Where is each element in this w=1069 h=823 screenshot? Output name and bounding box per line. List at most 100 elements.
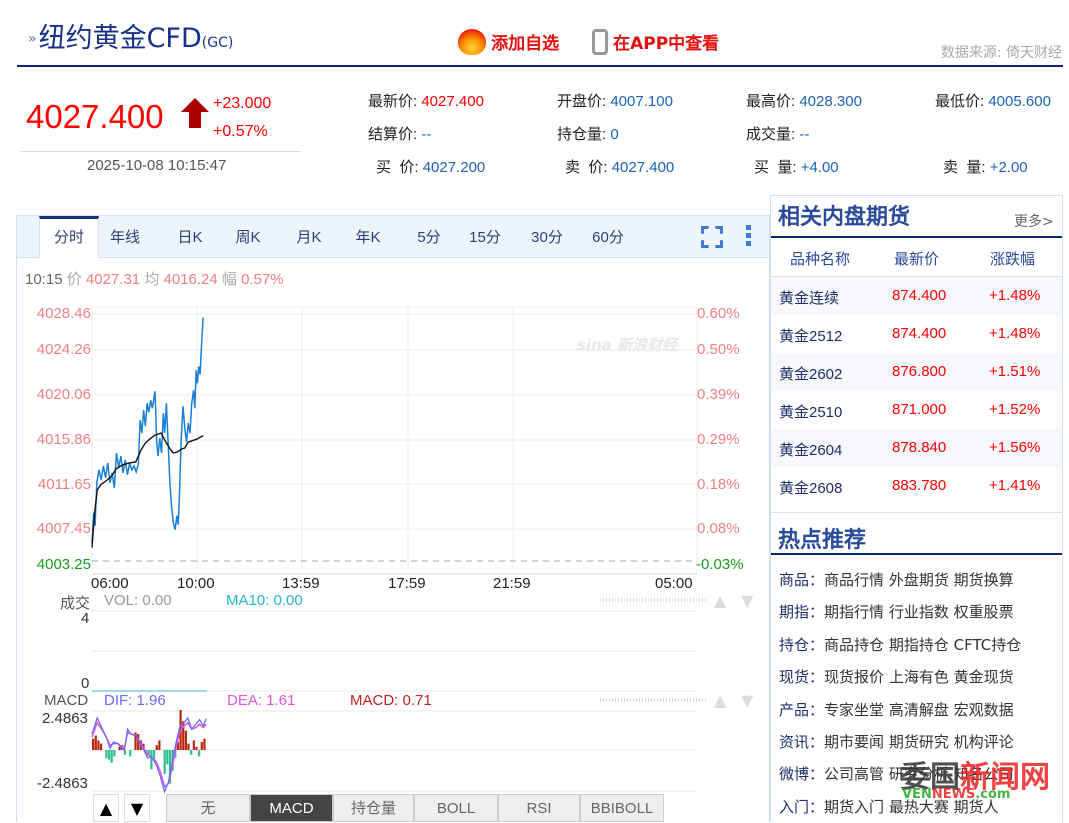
indicator-tab[interactable]: 无 xyxy=(166,794,250,822)
macd-bar xyxy=(164,750,166,774)
divider xyxy=(771,236,1062,238)
hot-row: 期指：期指行情 行业指数 权重股票 xyxy=(779,601,1014,622)
hot-link[interactable]: 外盘期货 xyxy=(889,571,949,589)
dif-value: DIF: 1.96 xyxy=(104,692,166,709)
price-y-tick: 4007.45 xyxy=(37,520,91,537)
macd-bar xyxy=(111,750,113,763)
macd-bar xyxy=(95,736,97,750)
row-change: +1.48% xyxy=(989,325,1040,342)
indicator-tab[interactable]: BBIBOLL xyxy=(580,794,664,822)
price-y-tick: 4028.46 xyxy=(37,305,91,322)
indicator-tab[interactable]: RSI xyxy=(498,794,580,822)
avg-line xyxy=(92,433,203,547)
macd-bar xyxy=(150,750,152,769)
indicator-tab[interactable]: MACD xyxy=(250,794,333,822)
hot-link[interactable]: 专家坐堂 xyxy=(824,701,884,719)
col-header-name: 品种名称 xyxy=(790,248,850,269)
row-price: 871.000 xyxy=(892,401,946,418)
price-y-tick: 4003.25 xyxy=(37,556,91,573)
pct-y-tick: 0.50% xyxy=(697,341,740,358)
hot-link[interactable]: CFTC持仓 xyxy=(954,636,1022,654)
related-row[interactable]: 黄金2608883.780+1.41% xyxy=(771,467,1062,505)
indicator-tab[interactable]: BOLL xyxy=(414,794,498,822)
related-row[interactable]: 黄金2512874.400+1.48% xyxy=(771,315,1062,353)
macd-bar xyxy=(190,750,192,755)
time-x-tick: 10:00 xyxy=(177,575,215,592)
macd-y-tick: -2.4863 xyxy=(37,775,88,792)
hot-row: 持仓：商品持仓 期指持仓 CFTC持仓 xyxy=(779,634,1021,655)
macd-bar xyxy=(97,740,99,750)
hot-link[interactable]: 期指行情 xyxy=(824,603,884,621)
hot-link[interactable]: 期市要闻 xyxy=(824,733,884,751)
volume-y-tick: 4 xyxy=(81,610,89,627)
macd-title: MACD xyxy=(44,692,88,709)
more-link[interactable]: 更多> xyxy=(1014,211,1054,231)
hot-link[interactable]: 机构评论 xyxy=(954,733,1014,751)
price-y-tick: 4020.06 xyxy=(37,386,91,403)
pct-y-tick: 0.39% xyxy=(697,386,740,403)
panel-move-down-icon[interactable]: ▼ xyxy=(741,691,753,710)
macd-bar xyxy=(100,744,102,750)
price-y-tick: 4011.65 xyxy=(38,476,91,493)
macd-bar xyxy=(193,740,195,750)
panel-move-up-icon[interactable]: ▲ xyxy=(714,591,726,610)
row-name: 黄金连续 xyxy=(779,287,839,308)
pct-y-tick: 0.18% xyxy=(697,476,740,493)
hot-link[interactable]: 黄金现货 xyxy=(954,668,1014,686)
watermark-sub: VENNEWS.com xyxy=(902,787,1010,802)
hot-link[interactable]: 商品持仓 xyxy=(824,636,884,654)
hot-category: 持仓： xyxy=(779,636,824,654)
hot-link[interactable]: 期货换算 xyxy=(954,571,1014,589)
hot-link[interactable]: 期货研究 xyxy=(889,733,949,751)
macd-bar xyxy=(187,744,189,750)
volume-value: VOL: 0.00 xyxy=(104,592,172,609)
time-x-tick: 05:00 xyxy=(655,575,693,592)
panel-move-up-icon[interactable]: ▲ xyxy=(714,691,726,710)
hot-row: 现货：现货报价 上海有色 黄金现货 xyxy=(779,666,1014,687)
hot-link[interactable]: 权重股票 xyxy=(954,603,1014,621)
pct-y-tick: 0.60% xyxy=(697,305,740,322)
row-price: 876.800 xyxy=(892,363,946,380)
price-y-tick: 4015.86 xyxy=(37,431,91,448)
related-row[interactable]: 黄金2510871.000+1.52% xyxy=(771,391,1062,429)
hot-category: 微博： xyxy=(779,765,824,783)
indicator-up-button[interactable]: ▲ xyxy=(93,794,119,822)
time-x-tick: 21:59 xyxy=(493,575,531,592)
time-x-tick: 06:00 xyxy=(91,575,129,592)
time-x-tick: 17:59 xyxy=(388,575,426,592)
pct-y-tick: 0.29% xyxy=(697,431,740,448)
panel-move-down-icon[interactable]: ▼ xyxy=(741,591,753,610)
macd-bar xyxy=(113,750,115,756)
hot-link[interactable]: 上海有色 xyxy=(889,668,949,686)
hot-link[interactable]: 行业指数 xyxy=(889,603,949,621)
macd-bar xyxy=(195,747,197,750)
hot-link[interactable]: 期指持仓 xyxy=(889,636,949,654)
price-y-tick: 4024.26 xyxy=(37,341,91,358)
hot-link[interactable]: 现货报价 xyxy=(824,668,884,686)
price-line xyxy=(92,318,203,543)
hot-link[interactable]: 商品行情 xyxy=(824,571,884,589)
hot-link[interactable]: 期货入门 xyxy=(824,798,884,816)
hot-row: 产品：专家坐堂 高清解盘 宏观数据 xyxy=(779,699,1014,720)
related-row[interactable]: 黄金连续 874.400 +1.48% xyxy=(771,277,1062,315)
hot-category: 资讯： xyxy=(779,733,824,751)
macd-bar xyxy=(198,750,200,756)
macd-value: MACD: 0.71 xyxy=(350,692,432,709)
hot-link[interactable]: 高清解盘 xyxy=(889,701,949,719)
row-change: +1.52% xyxy=(989,401,1040,418)
row-name: 黄金2602 xyxy=(779,363,842,384)
row-change: +1.48% xyxy=(989,287,1040,304)
indicator-down-button[interactable]: ▼ xyxy=(124,794,150,822)
macd-bar xyxy=(108,750,110,760)
hot-category: 商品： xyxy=(779,571,824,589)
hot-link[interactable]: 公司高管 xyxy=(824,765,884,783)
related-row[interactable]: 黄金2604878.840+1.56% xyxy=(771,429,1062,467)
hot-category: 入门： xyxy=(779,798,824,816)
row-name: 黄金2512 xyxy=(779,325,842,346)
macd-y-tick: 2.4863 xyxy=(42,710,88,727)
hot-link[interactable]: 宏观数据 xyxy=(954,701,1014,719)
row-price: 874.400 xyxy=(892,287,946,304)
indicator-tab[interactable]: 持仓量 xyxy=(333,794,414,822)
related-row[interactable]: 黄金2602876.800+1.51% xyxy=(771,353,1062,391)
macd-bar xyxy=(156,745,158,750)
